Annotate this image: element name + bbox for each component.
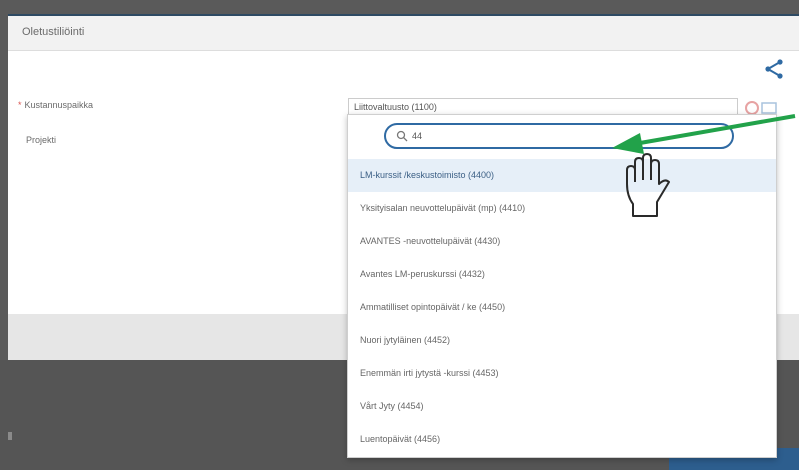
search-icon	[396, 130, 408, 142]
dropdown-search-input[interactable]: 44	[384, 123, 734, 149]
overlay-marker	[8, 432, 12, 440]
dialog-header: Oletustiliöinti	[8, 16, 799, 51]
option-item[interactable]: Nuori jytyläinen (4452)	[348, 324, 776, 357]
option-item[interactable]: Vårt Jyty (4454)	[348, 390, 776, 423]
share-icon[interactable]	[763, 58, 785, 80]
option-item[interactable]: Enemmän irti jytystä -kurssi (4453)	[348, 357, 776, 390]
cost-center-label: * Kustannuspaikka	[18, 100, 93, 110]
project-label: Projekti	[26, 135, 57, 145]
option-item[interactable]: Luentopäivät (4456)	[348, 423, 776, 456]
option-item[interactable]: Ammatilliset opintopäivät / ke (4450)	[348, 291, 776, 324]
cost-center-value: Liittovaltuusto (1100)	[354, 102, 437, 112]
required-marker: *	[18, 100, 22, 110]
hand-cursor-icon	[626, 153, 670, 217]
option-item[interactable]: Yksityisalan neuvottelupäivät (mp) (4410…	[348, 192, 776, 225]
option-item[interactable]: AVANTES -neuvottelupäivät (4430)	[348, 225, 776, 258]
option-list: LM-kurssit /keskustoimisto (4400) Yksity…	[348, 159, 776, 456]
project-dropdown: 44 LM-kurssit /keskustoimisto (4400) Yks…	[347, 114, 777, 458]
option-item[interactable]: LM-kurssit /keskustoimisto (4400)	[348, 159, 776, 192]
cost-center-label-text: Kustannuspaikka	[24, 100, 94, 110]
search-value: 44	[412, 131, 423, 141]
option-item[interactable]: Avantes LM-peruskurssi (4432)	[348, 258, 776, 291]
dialog-title: Oletustiliöinti	[22, 26, 85, 38]
